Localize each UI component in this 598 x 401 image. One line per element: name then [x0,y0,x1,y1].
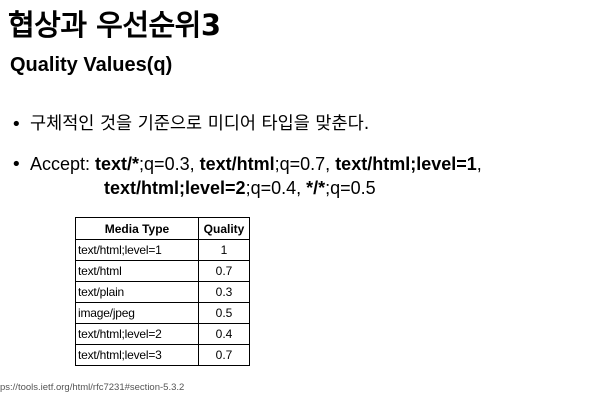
accept-type-text-html: text/html [199,154,275,174]
accept-param: , [476,154,482,174]
accept-param: ;q=0.4, [245,178,307,198]
table-header-row: Media Type Quality [75,217,250,240]
accept-param: ;q=0.7, [274,154,336,174]
accept-label: Accept: [30,154,96,174]
bullet-marker: • [11,154,22,175]
column-header-media-type: Media Type [75,217,199,240]
bullet-text-accept-header: Accept: text/*;q=0.3, text/html;q=0.7, t… [30,153,482,199]
bullet-text-specificity: 구체적인 것을 기준으로 미디어 타입을 맞춘다. [30,114,370,134]
accept-type-html-level2: text/html;level=2 [104,178,246,198]
cell-media-type: text/html;level=2 [75,323,199,345]
table-row: text/html 0.7 [75,260,250,282]
accept-param: ;q=0.3, [139,154,200,174]
column-header-quality: Quality [198,217,250,240]
accept-type-html-level1: text/html;level=1 [335,154,477,174]
cell-media-type: text/html;level=3 [75,344,199,366]
cell-media-type: text/html [75,260,199,282]
page-subtitle: Quality Values(q) [10,54,173,76]
source-link[interactable]: ps://tools.ietf.org/html/rfc7231#section… [0,382,184,393]
table-row: text/html;level=1 1 [75,239,250,261]
accept-type-any: */* [306,178,326,198]
accept-type-text-any: text/* [95,154,140,174]
cell-media-type: text/html;level=1 [75,239,199,261]
table-row: image/jpeg 0.5 [75,302,250,324]
page-title: 협상과 우선순위3 [8,8,221,42]
cell-quality: 1 [198,239,250,261]
bullet-marker: • [11,114,22,135]
table-row: text/plain 0.3 [75,281,250,303]
cell-quality: 0.7 [198,344,250,366]
media-quality-table: Media Type Quality text/html;level=1 1 t… [75,217,250,366]
cell-quality: 0.4 [198,323,250,345]
accept-param: ;q=0.5 [325,178,376,198]
cell-media-type: image/jpeg [75,302,199,324]
cell-quality: 0.7 [198,260,250,282]
accept-line-2: text/html;level=2;q=0.4, */*;q=0.5 [30,177,482,199]
cell-media-type: text/plain [75,281,199,303]
cell-quality: 0.5 [198,302,250,324]
cell-quality: 0.3 [198,281,250,303]
table-row: text/html;level=2 0.4 [75,323,250,345]
table-row: text/html;level=3 0.7 [75,344,250,366]
